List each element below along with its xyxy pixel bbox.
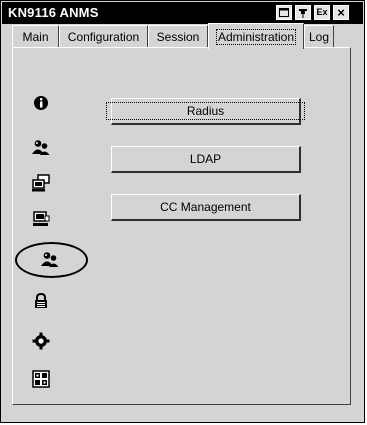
pin-button[interactable]: [295, 5, 311, 20]
exit-button[interactable]: Ex: [314, 5, 330, 20]
tab-main[interactable]: Main: [12, 25, 59, 47]
cc-management-button-label: CC Management: [160, 200, 251, 214]
gear-icon[interactable]: [31, 331, 51, 351]
exit-icon: Ex: [316, 7, 328, 17]
lock-icon[interactable]: [31, 291, 51, 311]
registry-icon[interactable]: [31, 369, 51, 389]
tab-configuration-label: Configuration: [67, 29, 140, 44]
tab-main-label: Main: [22, 29, 49, 44]
window-title: KN9116 ANMS: [8, 5, 99, 20]
info-icon[interactable]: [31, 93, 51, 113]
ldap-button-label: LDAP: [189, 152, 222, 166]
restore-icon: [279, 8, 289, 17]
tab-administration-label: Administration: [215, 28, 297, 45]
tab-session[interactable]: Session: [148, 25, 208, 47]
close-button[interactable]: ×: [333, 5, 349, 20]
highlight-annotation: [15, 242, 88, 278]
cc-management-button[interactable]: CC Management: [111, 194, 301, 221]
user-icon[interactable]: [31, 137, 51, 157]
radius-button-label: Radius: [105, 102, 306, 120]
ldap-button[interactable]: LDAP: [111, 146, 301, 173]
tab-log[interactable]: Log: [304, 25, 334, 47]
tab-log-label: Log: [308, 29, 330, 44]
pin-icon: [299, 8, 307, 18]
computer-icon[interactable]: [31, 209, 51, 229]
close-icon: ×: [337, 5, 345, 20]
tab-session-label: Session: [156, 29, 200, 44]
app-window: KN9116 ANMS Ex × Main Configuration Sess…: [0, 0, 365, 423]
computer-network-icon[interactable]: [31, 173, 51, 193]
title-bar: KN9116 ANMS Ex ×: [2, 2, 363, 24]
radius-button[interactable]: Radius: [105, 98, 306, 125]
tab-configuration[interactable]: Configuration: [59, 25, 148, 47]
restore-button[interactable]: [276, 5, 292, 20]
tab-administration[interactable]: Administration: [208, 23, 304, 49]
